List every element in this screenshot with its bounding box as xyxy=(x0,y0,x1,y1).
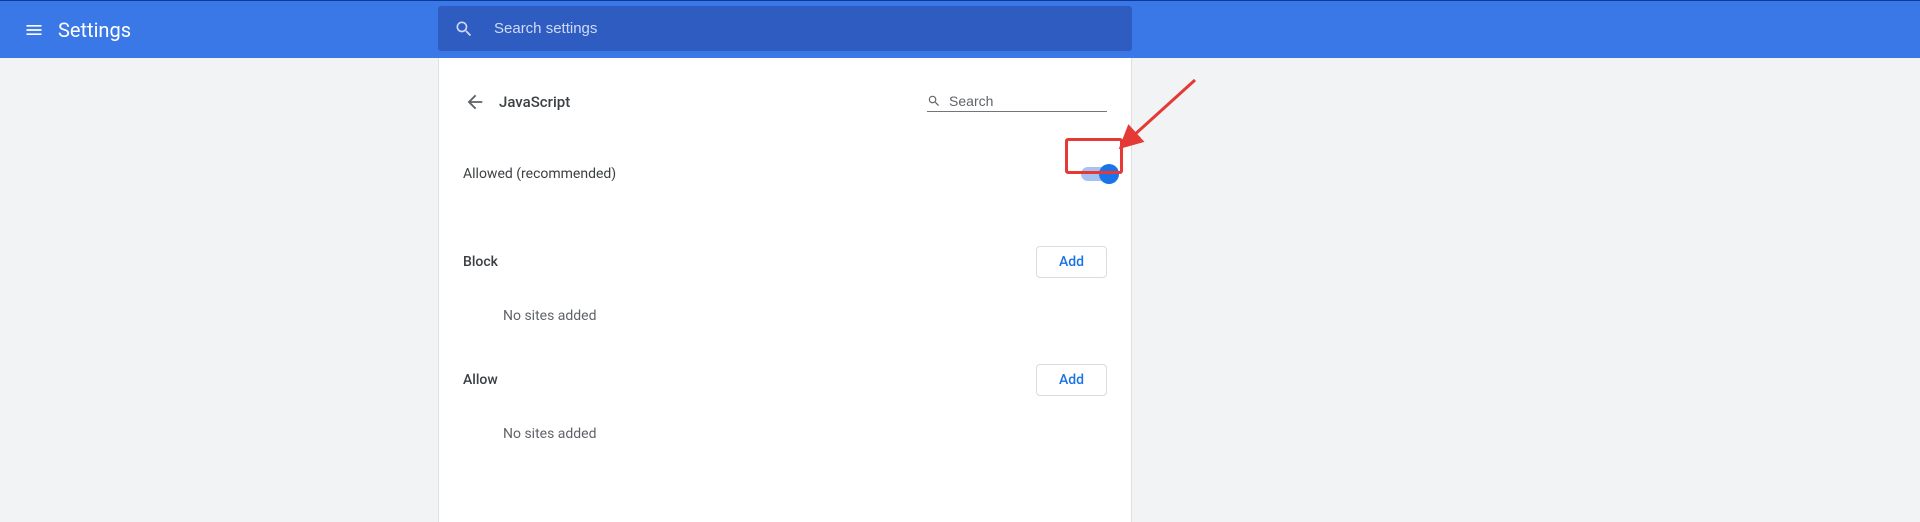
arrow-back-icon xyxy=(464,91,486,113)
block-section-title: Block xyxy=(463,254,498,270)
inline-search-input[interactable] xyxy=(949,93,1107,109)
allow-empty-text: No sites added xyxy=(503,426,1107,442)
toggle-knob xyxy=(1099,164,1119,184)
app-bar: Settings xyxy=(0,0,1920,58)
allow-section-title: Allow xyxy=(463,372,498,388)
allowed-setting-row: Allowed (recommended) xyxy=(463,142,1107,206)
settings-card: JavaScript Allowed (recommended) Block A… xyxy=(438,58,1132,522)
hamburger-icon xyxy=(24,20,44,40)
block-section: Block Add No sites added xyxy=(463,246,1107,324)
block-section-header: Block Add xyxy=(463,246,1107,278)
page-title-row: JavaScript xyxy=(463,80,1107,124)
menu-button[interactable] xyxy=(10,1,58,58)
inline-search[interactable] xyxy=(927,93,1107,112)
search-settings-input[interactable] xyxy=(494,20,1116,37)
allow-add-button[interactable]: Add xyxy=(1036,364,1107,396)
app-title: Settings xyxy=(58,18,131,42)
search-icon xyxy=(927,93,941,109)
page-title: JavaScript xyxy=(499,93,570,111)
block-add-button[interactable]: Add xyxy=(1036,246,1107,278)
back-button[interactable] xyxy=(463,91,487,113)
allow-section-header: Allow Add xyxy=(463,364,1107,396)
allowed-label: Allowed (recommended) xyxy=(463,166,616,182)
allow-section: Allow Add No sites added xyxy=(463,364,1107,442)
annotation-arrow-icon xyxy=(1120,75,1210,155)
search-settings-bar[interactable] xyxy=(438,6,1132,51)
search-icon xyxy=(454,19,474,39)
allowed-toggle[interactable] xyxy=(1081,167,1115,181)
block-empty-text: No sites added xyxy=(503,308,1107,324)
